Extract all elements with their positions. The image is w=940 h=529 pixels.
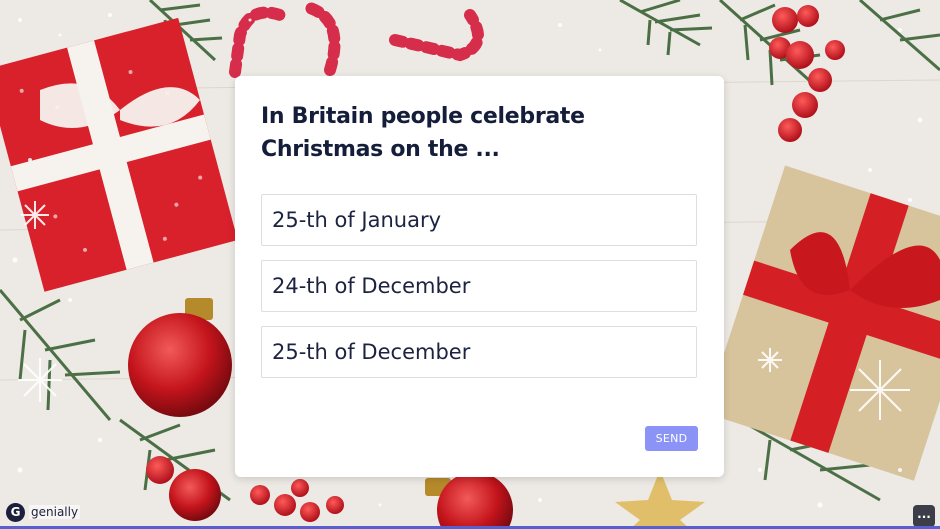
send-button[interactable]: SEND: [645, 426, 698, 451]
quiz-card: In Britain people celebrate Christmas on…: [235, 76, 724, 477]
answer-option-3[interactable]: 25-th of December: [261, 326, 697, 378]
answer-option-2[interactable]: 24-th of December: [261, 260, 697, 312]
answer-option-1[interactable]: 25-th of January: [261, 194, 697, 246]
genially-logo-text: genially: [29, 505, 81, 519]
more-options-icon[interactable]: ...: [913, 505, 935, 527]
genially-logo[interactable]: G genially: [6, 502, 81, 522]
question-title: In Britain people celebrate Christmas on…: [261, 104, 585, 162]
genially-logo-icon: G: [6, 502, 25, 522]
